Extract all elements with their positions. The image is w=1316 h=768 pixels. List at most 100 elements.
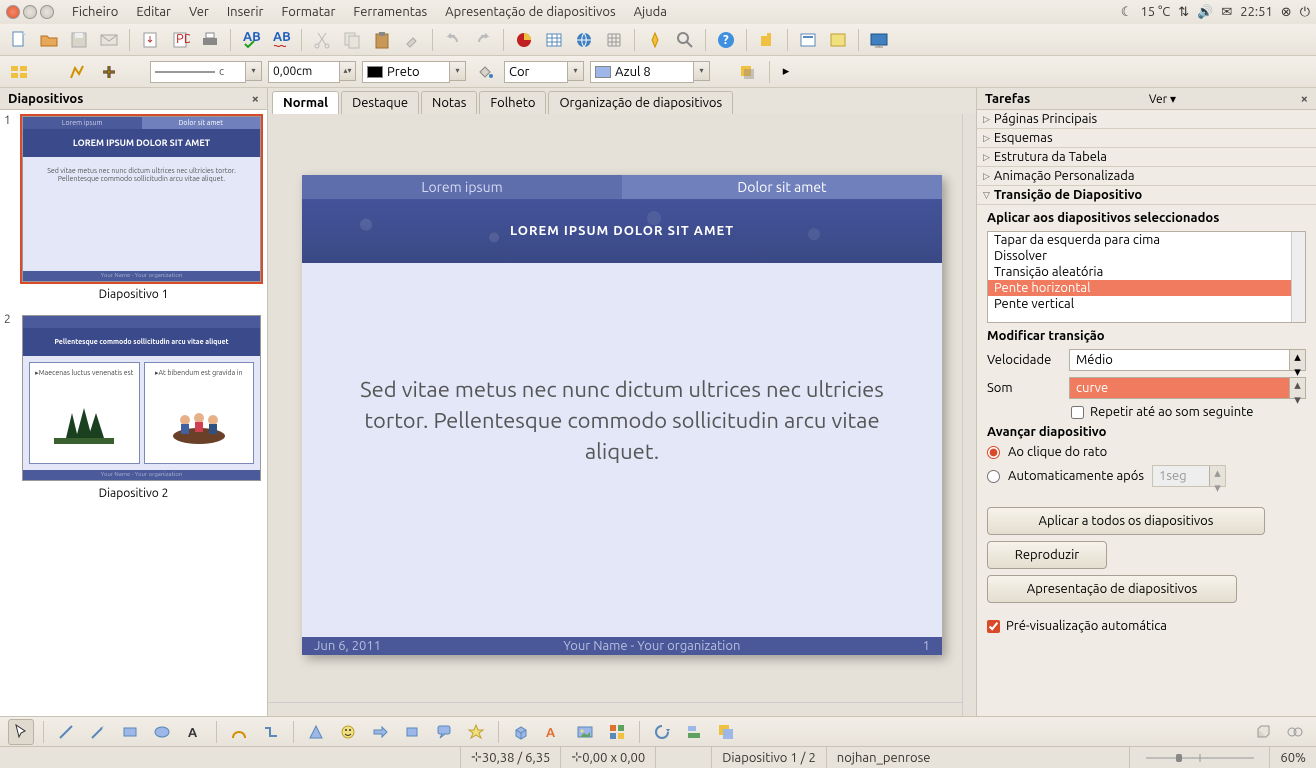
- open-button[interactable]: [36, 27, 62, 53]
- fontwork-tool[interactable]: A: [540, 719, 566, 745]
- zoom-slider[interactable]: [1129, 747, 1269, 768]
- pdf-button[interactable]: PDF: [167, 27, 193, 53]
- transition-opt[interactable]: Tapar da esquerda para cima: [988, 232, 1305, 248]
- window-maximize-button[interactable]: [40, 5, 54, 19]
- tab-folheto[interactable]: Folheto: [479, 91, 546, 114]
- section-paginas[interactable]: ▷Páginas Principais: [977, 110, 1316, 129]
- tasks-view-menu[interactable]: Ver ▾: [1149, 92, 1176, 106]
- power-icon[interactable]: ⏻: [1300, 5, 1310, 20]
- slide-design-button[interactable]: [825, 27, 851, 53]
- window-minimize-button[interactable]: [23, 5, 37, 19]
- fill-mode-combo[interactable]: Cor: [504, 61, 568, 83]
- auto-preview-checkbox[interactable]: [987, 620, 1000, 633]
- stars-tool[interactable]: [463, 719, 489, 745]
- rectangle-tool[interactable]: [117, 719, 143, 745]
- menu-ferramentas[interactable]: Ferramentas: [345, 3, 435, 21]
- tab-normal[interactable]: Normal: [272, 91, 339, 114]
- block-arrows-tool[interactable]: [367, 719, 393, 745]
- new-button[interactable]: [6, 27, 32, 53]
- section-esquemas[interactable]: ▷Esquemas: [977, 129, 1316, 148]
- transition-opt[interactable]: Dissolver: [988, 248, 1305, 264]
- edit-points-button[interactable]: [64, 59, 90, 85]
- menu-ver[interactable]: Ver: [181, 3, 217, 21]
- vertical-scrollbar[interactable]: [962, 114, 976, 716]
- menu-editar[interactable]: Editar: [128, 3, 179, 21]
- line-width-spinner[interactable]: ▴▾: [340, 61, 356, 81]
- slide-thumb-2[interactable]: 2 Pellentesque commodo sollicitudin arcu…: [4, 313, 263, 483]
- advance-auto-radio[interactable]: [987, 470, 1000, 483]
- copy-button[interactable]: [339, 27, 365, 53]
- line-color-combo[interactable]: Preto: [362, 61, 450, 83]
- text-tool[interactable]: A: [181, 719, 207, 745]
- tasks-close[interactable]: ×: [1301, 92, 1308, 106]
- transition-list[interactable]: Tapar da esquerda para cima Dissolver Tr…: [987, 231, 1306, 323]
- transition-opt[interactable]: Transição aleatória: [988, 264, 1305, 280]
- menu-inserir[interactable]: Inserir: [219, 3, 272, 21]
- toolbar-overflow-button[interactable]: ▸: [779, 59, 793, 85]
- tab-notas[interactable]: Notas: [421, 91, 477, 114]
- grid-button[interactable]: [601, 27, 627, 53]
- paste-button[interactable]: [369, 27, 395, 53]
- line-width-input[interactable]: [273, 65, 333, 78]
- zoom-button[interactable]: [672, 27, 698, 53]
- interaction-tool[interactable]: [1282, 719, 1308, 745]
- layout-palette-button[interactable]: [6, 59, 32, 85]
- section-estrutura[interactable]: ▷Estrutura da Tabela: [977, 148, 1316, 167]
- line-style-dropdown[interactable]: ▾: [246, 61, 262, 81]
- zoom-value[interactable]: 60%: [1269, 747, 1316, 768]
- fill-bucket-button[interactable]: [472, 59, 498, 85]
- align-tool[interactable]: [681, 719, 707, 745]
- window-close-button[interactable]: [6, 5, 20, 19]
- gallery-tool[interactable]: [604, 719, 630, 745]
- line-tool[interactable]: [53, 719, 79, 745]
- repeat-checkbox[interactable]: [1071, 406, 1084, 419]
- save-button[interactable]: [66, 27, 92, 53]
- slide-canvas[interactable]: Lorem ipsum Dolor sit amet LOREM IPSUM D…: [268, 114, 976, 716]
- redo-button[interactable]: [470, 27, 496, 53]
- rotate-tool[interactable]: [649, 719, 675, 745]
- export-button[interactable]: [137, 27, 163, 53]
- hyperlink-button[interactable]: [571, 27, 597, 53]
- spellcheck-button[interactable]: ABC: [238, 27, 264, 53]
- line-width-field[interactable]: [268, 61, 340, 83]
- curve-tool[interactable]: [226, 719, 252, 745]
- print-button[interactable]: [197, 27, 223, 53]
- navigator-button[interactable]: [642, 27, 668, 53]
- undo-button[interactable]: [440, 27, 466, 53]
- 3d-tool[interactable]: [508, 719, 534, 745]
- fill-color-dropdown[interactable]: ▾: [694, 61, 710, 81]
- transition-opt[interactable]: Pente vertical: [988, 296, 1305, 312]
- transition-opt-selected[interactable]: Pente horizontal: [988, 280, 1305, 296]
- slideshow-button[interactable]: [866, 27, 892, 53]
- slide-layout-button[interactable]: [795, 27, 821, 53]
- chart-button[interactable]: [511, 27, 537, 53]
- shadow-button[interactable]: [734, 59, 760, 85]
- menu-ficheiro[interactable]: Ficheiro: [64, 3, 126, 21]
- current-slide[interactable]: Lorem ipsum Dolor sit amet LOREM IPSUM D…: [302, 175, 942, 655]
- format-paintbrush-button[interactable]: [399, 27, 425, 53]
- menu-apresentacao[interactable]: Apresentação de diapositivos: [437, 3, 623, 21]
- symbol-shapes-tool[interactable]: [335, 719, 361, 745]
- table-button[interactable]: [541, 27, 567, 53]
- arrange-tool[interactable]: [713, 719, 739, 745]
- slide-thumb-1[interactable]: 1 Lorem ipsumDolor sit amet LOREM IPSUM …: [4, 114, 263, 284]
- network-icon[interactable]: ⇅: [1178, 5, 1189, 20]
- horizontal-scrollbar[interactable]: [268, 702, 962, 716]
- help-button[interactable]: ?: [713, 27, 739, 53]
- section-animacao[interactable]: ▷Animação Personalizada: [977, 167, 1316, 186]
- section-transicao[interactable]: ▽Transição de Diapositivo: [977, 186, 1316, 205]
- basic-shapes-tool[interactable]: [303, 719, 329, 745]
- sound-select[interactable]: curve▴▾: [1069, 377, 1306, 399]
- mail-icon[interactable]: ✉: [1221, 5, 1232, 20]
- volume-icon[interactable]: 🔊: [1197, 5, 1213, 20]
- slideshow-button-panel[interactable]: Apresentação de diapositivos: [987, 575, 1237, 603]
- extension-button[interactable]: [754, 27, 780, 53]
- callouts-tool[interactable]: [431, 719, 457, 745]
- slides-panel-close[interactable]: ×: [252, 92, 259, 106]
- line-style-combo[interactable]: c: [150, 61, 246, 83]
- apply-all-button[interactable]: Aplicar a todos os diapositivos: [987, 507, 1265, 535]
- transition-list-scrollbar[interactable]: [1291, 232, 1305, 322]
- autospell-button[interactable]: ABC: [268, 27, 294, 53]
- select-tool[interactable]: [8, 719, 34, 745]
- fill-mode-dropdown[interactable]: ▾: [568, 61, 584, 81]
